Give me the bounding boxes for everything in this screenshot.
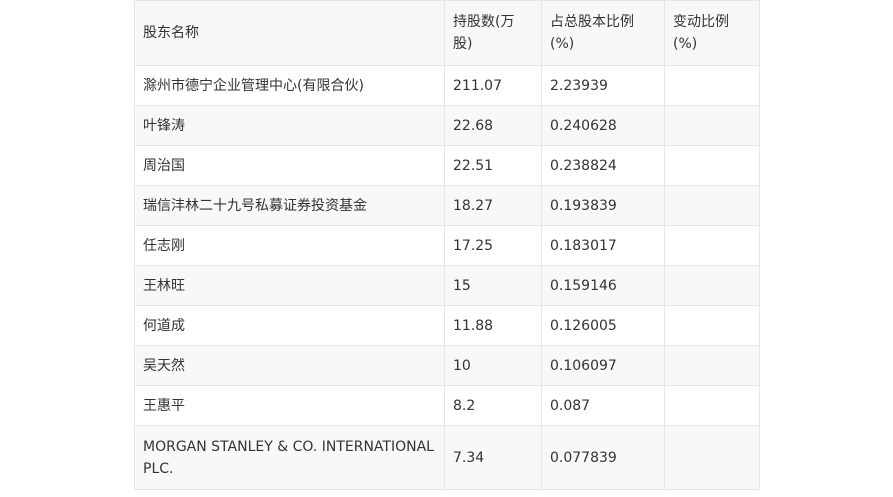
table-row: 吴天然 10 0.106097 [134, 345, 760, 386]
cell-name: 叶锋涛 [134, 105, 445, 146]
cell-change [664, 145, 760, 186]
table-row: 瑞信沣林二十九号私募证券投资基金 18.27 0.193839 [134, 185, 760, 226]
cell-name: 滁州市德宁企业管理中心(有限合伙) [134, 65, 445, 106]
cell-change [664, 225, 760, 266]
table-body: 滁州市德宁企业管理中心(有限合伙) 211.07 2.23939 叶锋涛 22.… [134, 65, 760, 490]
table-row: 滁州市德宁企业管理中心(有限合伙) 211.07 2.23939 [134, 65, 760, 106]
cell-ratio: 0.087 [541, 385, 665, 426]
table-row: 王林旺 15 0.159146 [134, 265, 760, 306]
cell-name: MORGAN STANLEY & CO. INTERNATIONAL PLC. [134, 425, 445, 490]
table-row: 王惠平 8.2 0.087 [134, 385, 760, 426]
cell-shares: 11.88 [444, 305, 542, 346]
cell-shares: 15 [444, 265, 542, 306]
shareholder-table: 股东名称 持股数(万股) 占总股本比例(%) 变动比例(%) 滁州市德宁企业管理… [134, 0, 760, 490]
cell-name: 任志刚 [134, 225, 445, 266]
cell-ratio: 0.183017 [541, 225, 665, 266]
cell-change [664, 105, 760, 146]
cell-shares: 18.27 [444, 185, 542, 226]
cell-name: 王林旺 [134, 265, 445, 306]
cell-name: 周治国 [134, 145, 445, 186]
table-row: MORGAN STANLEY & CO. INTERNATIONAL PLC. … [134, 425, 760, 490]
shareholder-table-container: 股东名称 持股数(万股) 占总股本比例(%) 变动比例(%) 滁州市德宁企业管理… [134, 0, 760, 490]
cell-shares: 8.2 [444, 385, 542, 426]
table-row: 何道成 11.88 0.126005 [134, 305, 760, 346]
cell-name: 吴天然 [134, 345, 445, 386]
table-row: 周治国 22.51 0.238824 [134, 145, 760, 186]
cell-name: 王惠平 [134, 385, 445, 426]
cell-shares: 211.07 [444, 65, 542, 106]
cell-shares: 22.68 [444, 105, 542, 146]
cell-ratio: 0.240628 [541, 105, 665, 146]
cell-shares: 7.34 [444, 425, 542, 490]
cell-shares: 10 [444, 345, 542, 386]
cell-ratio: 2.23939 [541, 65, 665, 106]
cell-ratio: 0.126005 [541, 305, 665, 346]
header-row: 股东名称 持股数(万股) 占总股本比例(%) 变动比例(%) [134, 0, 760, 66]
cell-name: 何道成 [134, 305, 445, 346]
header-change-ratio: 变动比例(%) [664, 0, 760, 66]
cell-change [664, 345, 760, 386]
cell-change [664, 305, 760, 346]
cell-change [664, 385, 760, 426]
cell-ratio: 0.193839 [541, 185, 665, 226]
cell-name: 瑞信沣林二十九号私募证券投资基金 [134, 185, 445, 226]
cell-shares: 17.25 [444, 225, 542, 266]
header-share-ratio: 占总股本比例(%) [541, 0, 665, 66]
header-shareholder-name: 股东名称 [134, 0, 445, 66]
table-header: 股东名称 持股数(万股) 占总股本比例(%) 变动比例(%) [134, 0, 760, 66]
table-row: 叶锋涛 22.68 0.240628 [134, 105, 760, 146]
cell-ratio: 0.106097 [541, 345, 665, 386]
cell-change [664, 65, 760, 106]
cell-change [664, 265, 760, 306]
cell-change [664, 185, 760, 226]
header-shares: 持股数(万股) [444, 0, 542, 66]
cell-change [664, 425, 760, 490]
cell-ratio: 0.238824 [541, 145, 665, 186]
table-row: 任志刚 17.25 0.183017 [134, 225, 760, 266]
cell-ratio: 0.159146 [541, 265, 665, 306]
cell-shares: 22.51 [444, 145, 542, 186]
cell-ratio: 0.077839 [541, 425, 665, 490]
